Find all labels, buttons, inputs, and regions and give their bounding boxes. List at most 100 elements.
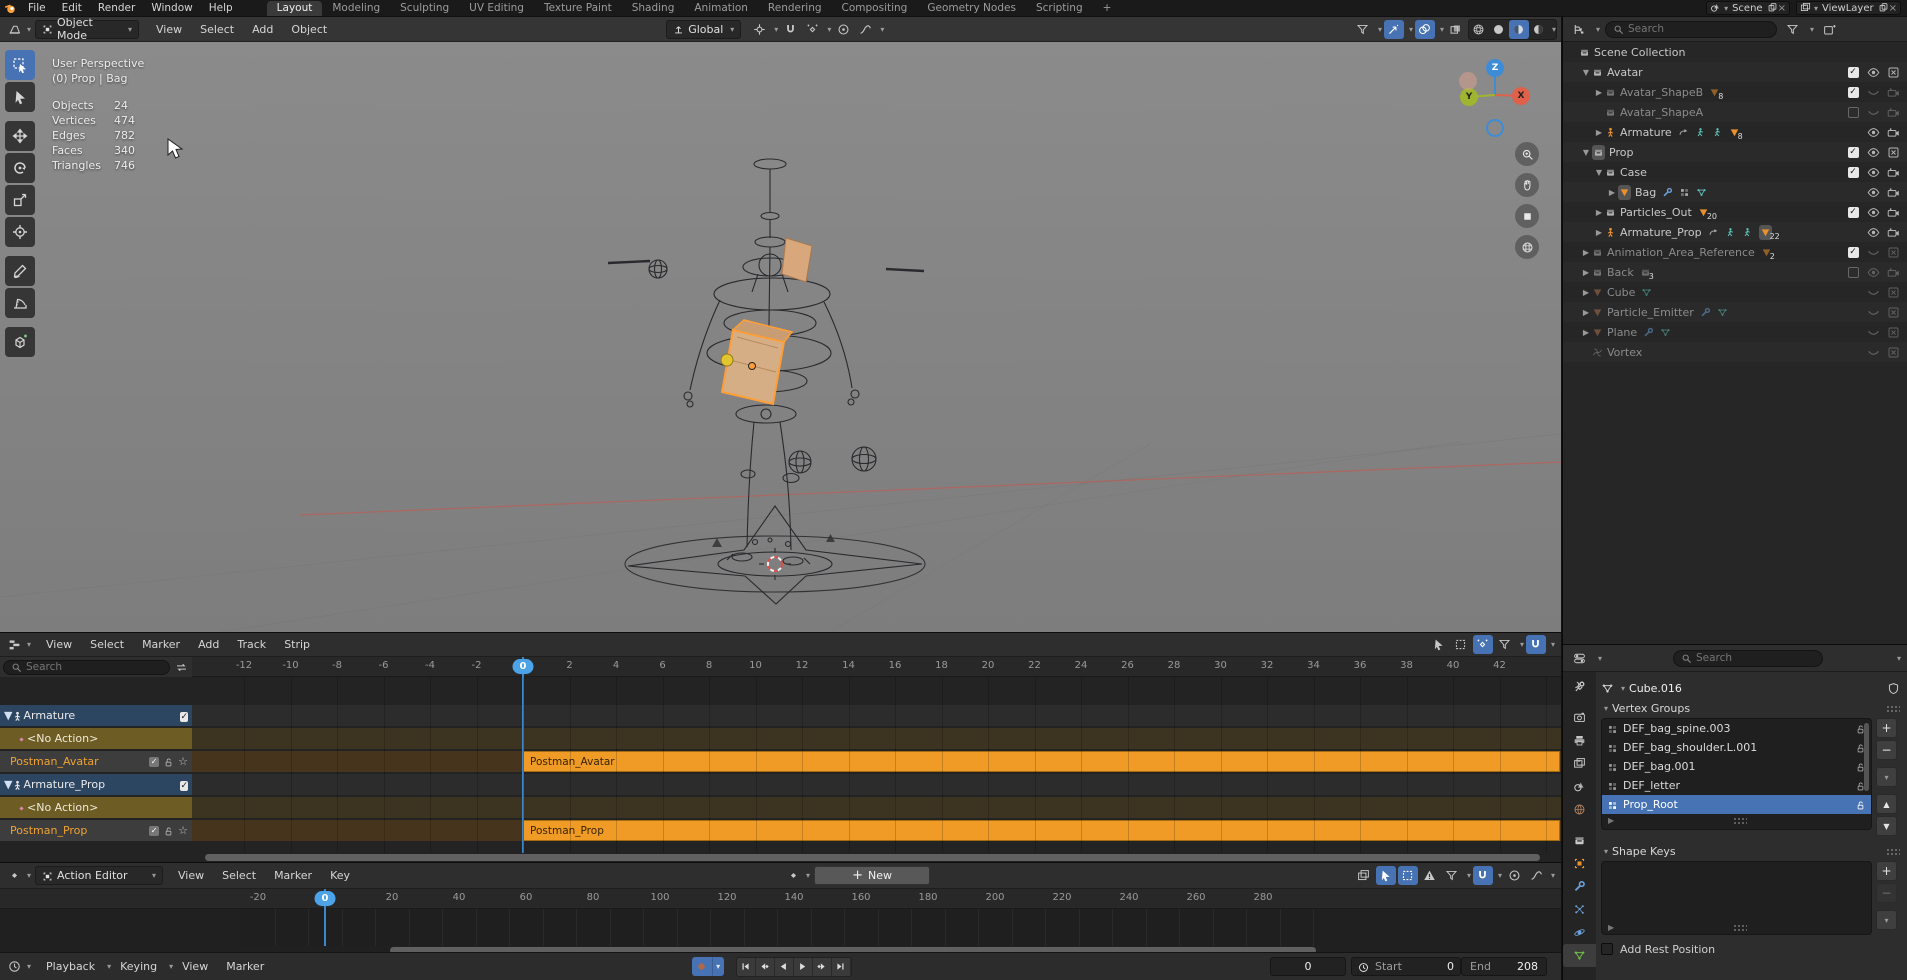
hide-viewport-toggle[interactable] [1866, 225, 1880, 239]
shading-material-icon[interactable] [1509, 20, 1529, 39]
properties-tab-object[interactable] [1563, 852, 1596, 875]
nla-strip-area[interactable] [192, 705, 1561, 726]
hide-viewport-toggle[interactable] [1866, 305, 1880, 319]
new-action-button[interactable]: +New [814, 866, 930, 885]
new-scene-icon[interactable] [1767, 2, 1778, 14]
shape-keys-panel-header[interactable]: ▾Shape Keys [1601, 842, 1900, 861]
disclosure-icon[interactable]: ▶ [1593, 208, 1605, 217]
nav-camera-button[interactable] [1515, 204, 1539, 228]
outliner-item-label[interactable]: Cube [1607, 286, 1635, 299]
hide-viewport-toggle[interactable] [1866, 265, 1880, 279]
workspace-tab-animation[interactable]: Animation [684, 1, 758, 16]
outliner-item-label[interactable]: Vortex [1607, 346, 1642, 359]
menu-render[interactable]: Render [90, 2, 143, 14]
dope-warning-icon[interactable] [1420, 866, 1440, 885]
disable-render-toggle[interactable] [1886, 285, 1900, 299]
checkbox-toggle[interactable] [1846, 265, 1860, 279]
dope-menu-select[interactable]: Select [213, 869, 265, 882]
overlays-toggle-icon[interactable] [1415, 20, 1435, 39]
vertex-group-row-def-bag-spine-003[interactable]: DEF_bag_spine.003 [1602, 719, 1871, 738]
axis-z-handle[interactable]: Z [1486, 59, 1504, 77]
dopesheet-mode-dropdown[interactable]: Action Editor ▾ [35, 866, 163, 885]
disclosure-icon[interactable]: ▶ [1593, 88, 1605, 97]
prev-key-button[interactable] [756, 958, 775, 976]
workspace-tab-rendering[interactable]: Rendering [758, 1, 832, 16]
properties-tab-output[interactable] [1563, 729, 1596, 752]
axis-z-neg-handle[interactable] [1486, 119, 1504, 137]
vgroup-remove-button[interactable]: − [1876, 740, 1897, 760]
workspace-tab-texture-paint[interactable]: Texture Paint [534, 1, 622, 16]
outliner-row-animation-area-reference[interactable]: ▶Animation_Area_Reference2✓ [1563, 242, 1907, 262]
vertex-group-row-def-letter[interactable]: DEF_letter [1602, 776, 1871, 795]
editor-type-timeline-icon[interactable] [4, 957, 24, 976]
outliner-item-label[interactable]: Prop [1609, 146, 1633, 159]
tool-rotate[interactable] [5, 153, 35, 183]
properties-search[interactable] [1673, 650, 1823, 667]
dope-cursor-tool-icon[interactable] [1376, 866, 1396, 885]
properties-tab-object-data[interactable] [1563, 944, 1596, 967]
nav-grid-button[interactable] [1515, 235, 1539, 259]
outliner-item-label[interactable]: Avatar_ShapeA [1620, 106, 1703, 119]
vertex-group-row-def-bag-001[interactable]: DEF_bag.001 [1602, 757, 1871, 776]
axis-x-handle[interactable]: X [1512, 87, 1530, 105]
jump-start-button[interactable] [737, 958, 756, 976]
checkbox-toggle[interactable]: ✓ [1846, 145, 1860, 159]
shading-rendered-icon[interactable] [1529, 20, 1549, 39]
workspace-tab-modeling[interactable]: Modeling [322, 1, 390, 16]
nla-search[interactable] [3, 660, 170, 675]
shapekey-add-button[interactable]: + [1876, 861, 1897, 881]
outliner-filter-icon[interactable] [1782, 20, 1802, 39]
disable-render-toggle[interactable] [1886, 65, 1900, 79]
unlink-scene-icon[interactable]: × [1778, 3, 1786, 14]
nla-menu-marker[interactable]: Marker [133, 638, 189, 651]
viewport-menu-add[interactable]: Add [243, 23, 282, 36]
vertex-groups-list[interactable]: DEF_bag_spine.003DEF_bag_shoulder.L.001D… [1601, 718, 1872, 830]
properties-search-input[interactable] [1696, 652, 1815, 664]
scene-selector[interactable]: ▾ Scene × [1706, 1, 1790, 15]
tool-annotate[interactable] [5, 256, 35, 286]
disclosure-icon[interactable]: ▶ [1606, 188, 1618, 197]
nla-markers-icon[interactable] [1473, 635, 1493, 654]
disclosure-icon[interactable]: ▶ [1580, 268, 1592, 277]
track-checkbox[interactable]: ✓ [180, 709, 188, 723]
blender-logo-icon[interactable] [0, 0, 20, 18]
shapekey-remove-button[interactable]: − [1876, 883, 1897, 903]
snap-magnet-icon[interactable] [780, 20, 800, 39]
dope-snap-icon[interactable] [1473, 866, 1493, 885]
tool-scale[interactable] [5, 185, 35, 215]
vgroup-move-down-button[interactable]: ▼ [1876, 816, 1897, 836]
next-key-button[interactable] [813, 958, 832, 976]
nla-menu-strip[interactable]: Strip [275, 638, 319, 651]
workspace-tab-compositing[interactable]: Compositing [832, 1, 918, 16]
frame-start-field[interactable]: Start 0 [1351, 957, 1461, 976]
datablock-name[interactable]: Cube.016 [1629, 682, 1682, 695]
outliner-row-avatar-shapeb[interactable]: ▶Avatar_ShapeB8✓ [1563, 82, 1907, 102]
nla-track--no-action-[interactable]: <No Action> [0, 797, 192, 818]
axis-y-handle[interactable]: Y [1460, 88, 1478, 106]
nla-ruler[interactable]: -12-10-8-6-4-224681012141618202224262830… [192, 657, 1561, 677]
outliner-row-avatar-shapea[interactable]: Avatar_ShapeA [1563, 102, 1907, 122]
axis-x-neg-handle[interactable] [1459, 72, 1477, 90]
nla-snap-icon[interactable] [1526, 635, 1546, 654]
nav-pan-button[interactable] [1515, 173, 1539, 197]
tool-move[interactable] [5, 121, 35, 151]
panel-grip[interactable] [1886, 848, 1900, 856]
editor-type-3d-viewport-icon[interactable] [4, 20, 24, 39]
nla-strip-area[interactable]: Postman_Prop [192, 820, 1561, 841]
nla-track-postman-prop[interactable]: Postman_Prop✓☆ [0, 820, 192, 841]
disclosure-icon[interactable]: ▼ [1580, 148, 1592, 157]
nla-track-postman-avatar[interactable]: Postman_Avatar✓☆ [0, 751, 192, 772]
3d-viewport[interactable]: User Perspective (0) Prop | Bag Objects2… [0, 42, 1561, 632]
transform-orientation-dropdown[interactable]: Global ▾ [666, 20, 741, 39]
lock-open-icon[interactable] [163, 824, 174, 837]
dope-box-select-icon[interactable] [1398, 866, 1418, 885]
outliner-row-plane[interactable]: ▶Plane [1563, 322, 1907, 342]
properties-tab-render[interactable] [1563, 706, 1596, 729]
mute-checkbox[interactable]: ✓ [149, 757, 159, 767]
outliner-item-label[interactable]: Case [1620, 166, 1647, 179]
disclosure-icon[interactable]: ▶ [1580, 288, 1592, 297]
checkbox-toggle[interactable]: ✓ [1846, 245, 1860, 259]
tool-add-cube[interactable] [5, 327, 35, 357]
outliner-row-armature-prop[interactable]: ▶Armature_Prop22 [1563, 222, 1907, 242]
vertex-groups-panel-header[interactable]: ▾Vertex Groups [1601, 699, 1900, 718]
